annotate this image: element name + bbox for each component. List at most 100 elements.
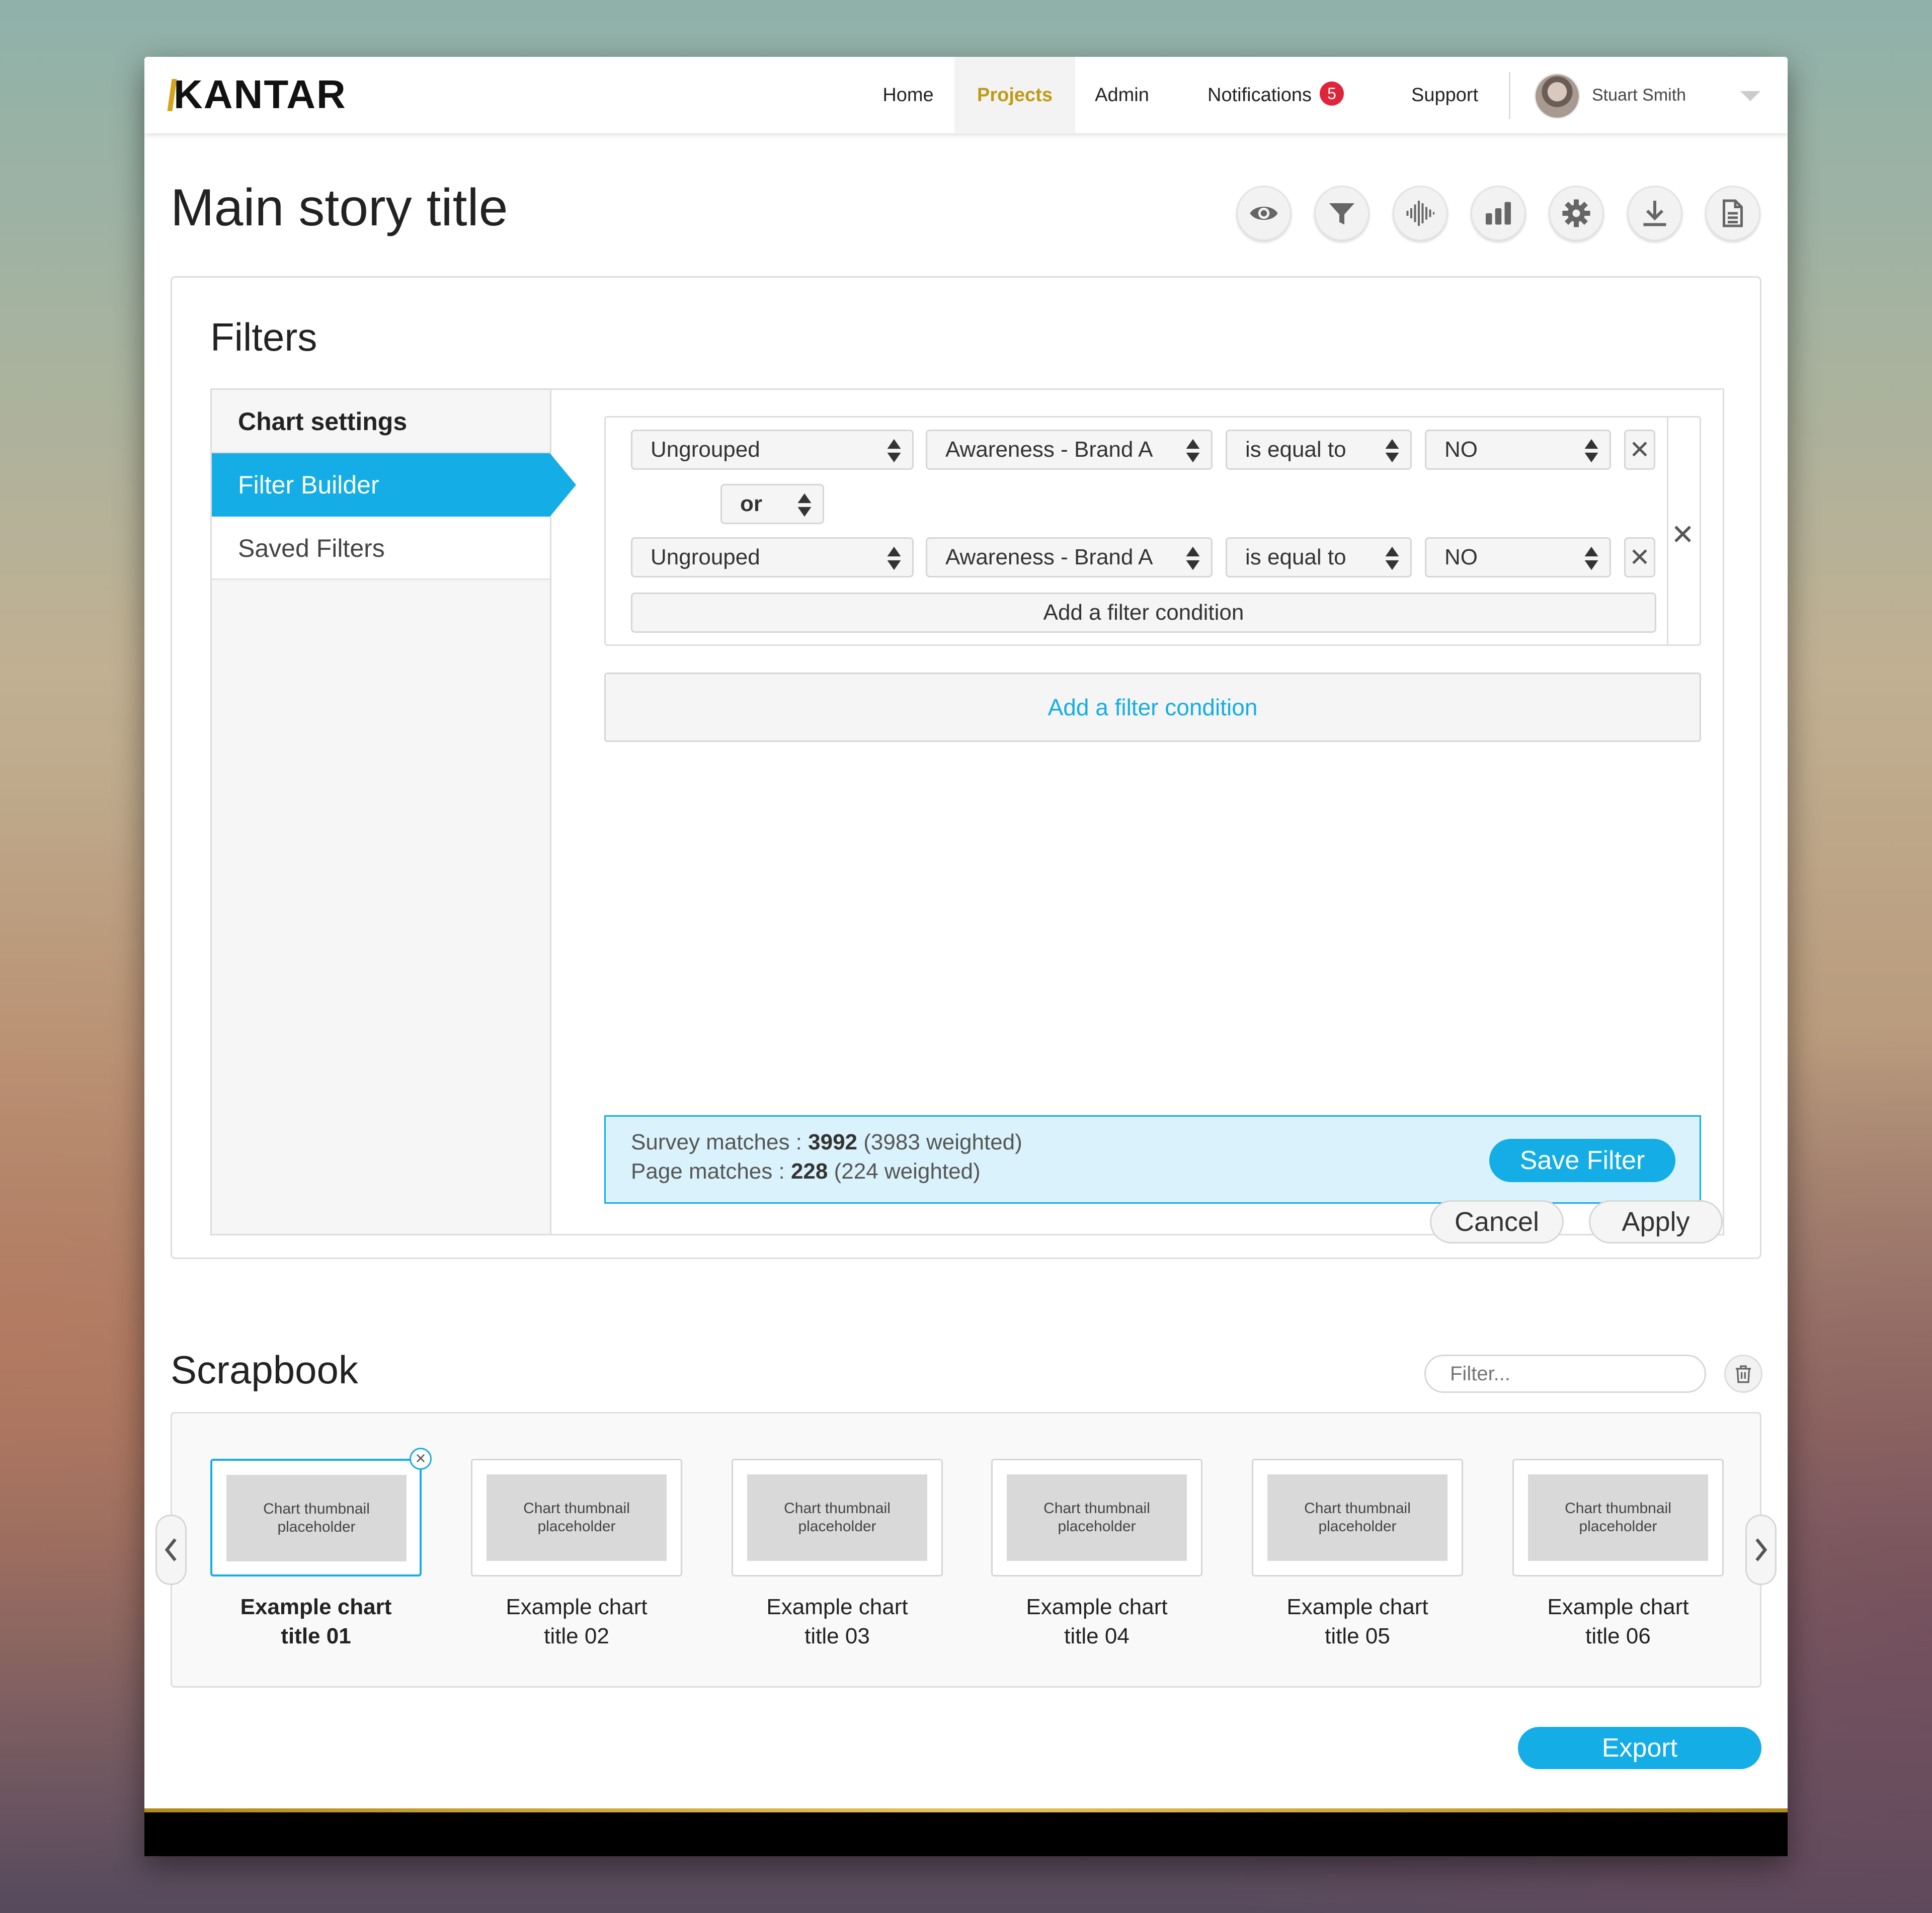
apply-button[interactable]: Apply [1589, 1200, 1723, 1243]
sidebar-item-saved-filters[interactable]: Saved Filters [212, 517, 550, 580]
variable-select[interactable]: Awareness - Brand A [926, 537, 1213, 577]
app-window: KANTAR Home Projects Admin Notifications… [144, 57, 1788, 1856]
placeholder-line: placeholder [1318, 1518, 1397, 1535]
value-select-value: NO [1444, 545, 1478, 569]
placeholder-line: Chart thumbnail [1043, 1500, 1150, 1517]
chart-thumbnail-placeholder: Chart thumbnail placeholder [1528, 1474, 1708, 1561]
remove-condition-button[interactable]: ✕ [1624, 537, 1655, 577]
placeholder-line: placeholder [277, 1519, 356, 1535]
sort-arrows-icon [1584, 439, 1598, 463]
filter-button[interactable] [1314, 186, 1370, 241]
chart-thumbnail-placeholder: Chart thumbnail placeholder [226, 1475, 407, 1561]
filter-icon [1329, 203, 1354, 225]
kantar-logo[interactable]: KANTAR [167, 72, 347, 117]
sort-arrows-icon [1385, 439, 1399, 463]
page-matches-label: Page matches : [631, 1159, 791, 1184]
sort-arrows-icon [887, 546, 901, 570]
remove-condition-button[interactable]: ✕ [1624, 430, 1655, 470]
group-select[interactable]: Ungrouped [631, 430, 914, 470]
remove-thumbnail-button[interactable]: × [410, 1448, 432, 1470]
add-filter-condition-button[interactable]: Add a filter condition [604, 673, 1701, 742]
add-condition-button[interactable]: Add a filter condition [631, 593, 1656, 633]
sort-arrows-icon [1186, 546, 1200, 570]
placeholder-line: Chart thumbnail [1565, 1500, 1671, 1517]
operator-select-value: is equal to [1245, 545, 1346, 569]
user-avatar[interactable] [1534, 73, 1580, 119]
footer-accent-line [144, 1808, 1788, 1812]
sort-arrows-icon [1584, 546, 1598, 570]
placeholder-line: Chart thumbnail [1304, 1500, 1411, 1517]
carousel-prev-button[interactable] [155, 1515, 187, 1585]
close-icon: ✕ [1629, 543, 1650, 571]
placeholder-line: Chart thumbnail [784, 1500, 891, 1517]
carousel-next-button[interactable] [1745, 1515, 1777, 1585]
thumbnail-title: Example chart title 02 [506, 1595, 648, 1648]
operator-select[interactable]: is equal to [1226, 430, 1412, 470]
placeholder-line: Chart thumbnail [263, 1501, 370, 1517]
value-select-value: NO [1444, 437, 1478, 462]
sort-arrows-icon [887, 439, 901, 463]
user-name[interactable]: Stuart Smith [1592, 57, 1686, 133]
operator-select-value: is equal to [1245, 437, 1346, 462]
document-button[interactable] [1705, 186, 1760, 241]
scrapbook-delete-button[interactable] [1724, 1355, 1762, 1393]
scrapbook-thumbnail[interactable]: Chart thumbnail placeholder [732, 1459, 943, 1576]
chart-thumbnail-placeholder: Chart thumbnail placeholder [747, 1474, 927, 1561]
scrapbook-thumbnail[interactable]: Chart thumbnail placeholder [210, 1459, 422, 1576]
sidebar-header-chart-settings[interactable]: Chart settings [212, 390, 550, 453]
nav-admin[interactable]: Admin [1084, 57, 1160, 133]
nav-projects[interactable]: Projects [954, 57, 1075, 133]
variable-select[interactable]: Awareness - Brand A [926, 430, 1213, 470]
waveform-button[interactable] [1393, 186, 1448, 241]
chart-button[interactable] [1471, 186, 1526, 241]
scrapbook-thumbnail[interactable]: Chart thumbnail placeholder [1252, 1459, 1463, 1576]
connector-select[interactable]: or [720, 484, 824, 524]
matches-summary: Survey matches : 3992 (3983 weighted) Pa… [604, 1115, 1701, 1204]
placeholder-line: placeholder [798, 1518, 876, 1535]
value-select[interactable]: NO [1425, 430, 1611, 470]
sidebar-item-filter-builder[interactable]: Filter Builder [212, 453, 576, 517]
cancel-button[interactable]: Cancel [1430, 1200, 1564, 1243]
scrapbook-thumbnail[interactable]: Chart thumbnail placeholder [471, 1459, 682, 1576]
document-icon [1723, 199, 1743, 227]
eye-icon [1250, 206, 1278, 220]
chevron-down-icon[interactable] [1740, 91, 1760, 101]
thumbnail-title: Example chart title 03 [766, 1595, 908, 1648]
thumbnail-title: Example chart title 05 [1286, 1595, 1428, 1648]
chart-thumbnail-placeholder: Chart thumbnail placeholder [1007, 1474, 1187, 1561]
group-select[interactable]: Ungrouped [631, 537, 914, 577]
sort-arrows-icon [1186, 439, 1200, 463]
nav-home[interactable]: Home [873, 57, 943, 133]
logo-text: KANTAR [174, 72, 347, 117]
scrapbook-filter-input[interactable] [1424, 1355, 1706, 1393]
thumbnail-title: Example chart title 01 [240, 1595, 392, 1648]
variable-select-value: Awareness - Brand A [945, 437, 1153, 462]
nav-support[interactable]: Support [1411, 57, 1478, 133]
save-filter-button[interactable]: Save Filter [1489, 1139, 1675, 1182]
nav-notifications[interactable]: Notifications 5 [1208, 57, 1344, 133]
variable-select-value: Awareness - Brand A [945, 545, 1153, 569]
page-matches-weighted: (224 weighted) [828, 1159, 981, 1184]
chart-thumbnail-placeholder: Chart thumbnail placeholder [1267, 1474, 1447, 1561]
placeholder-line: placeholder [1058, 1518, 1136, 1535]
group-select-value: Ungrouped [651, 545, 760, 569]
top-nav: KANTAR Home Projects Admin Notifications… [144, 57, 1788, 133]
export-button[interactable]: Export [1518, 1727, 1761, 1769]
close-icon: ✕ [1629, 436, 1650, 464]
thumbnail-title: Example chart title 06 [1547, 1595, 1689, 1648]
close-icon[interactable]: ✕ [1671, 518, 1695, 551]
nav-divider [1509, 72, 1510, 119]
operator-select[interactable]: is equal to [1226, 537, 1412, 577]
value-select[interactable]: NO [1425, 537, 1611, 577]
chevron-left-icon [165, 1538, 177, 1561]
page-matches-count: 228 [790, 1159, 828, 1184]
page-matches: Page matches : 228 (224 weighted) [631, 1159, 981, 1184]
page-title: Main story title [171, 179, 508, 237]
chart-thumbnail-placeholder: Chart thumbnail placeholder [487, 1474, 667, 1561]
waveform-icon [1406, 201, 1434, 226]
scrapbook-thumbnail[interactable]: Chart thumbnail placeholder [991, 1459, 1202, 1576]
download-button[interactable] [1627, 186, 1682, 241]
scrapbook-thumbnail[interactable]: Chart thumbnail placeholder [1512, 1459, 1724, 1576]
settings-button[interactable] [1549, 186, 1604, 241]
preview-button[interactable] [1236, 186, 1292, 241]
